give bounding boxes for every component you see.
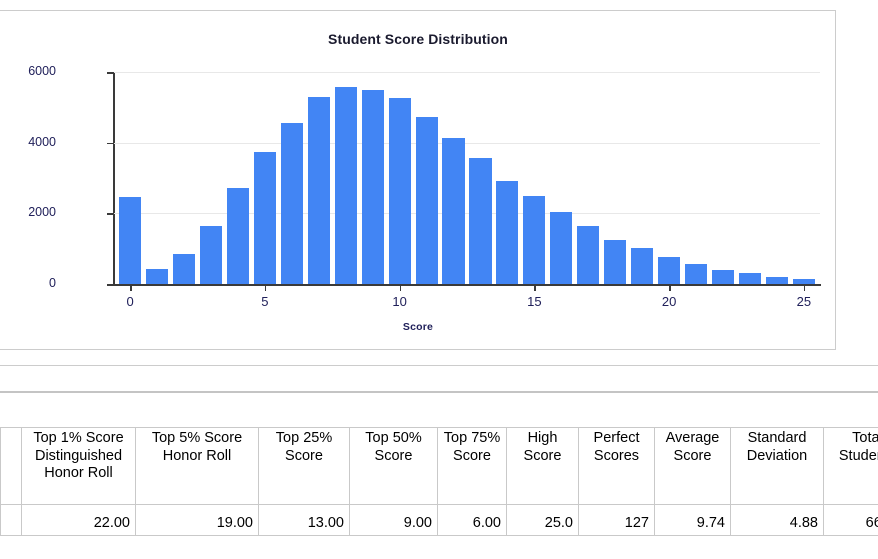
bar	[765, 277, 788, 284]
y-tick-mark	[107, 72, 114, 74]
bar	[334, 86, 357, 284]
bar	[631, 247, 654, 284]
x-tick-mark	[264, 285, 267, 291]
bar	[711, 269, 735, 284]
y-tick-label: 4000	[28, 134, 56, 149]
bar	[415, 116, 438, 284]
stats-table-cell: 25.0	[506, 504, 579, 536]
stats-table-header-cell: Top 50% Score	[349, 427, 438, 505]
bar	[226, 188, 249, 284]
stats-table-cell: 6.00	[437, 504, 507, 536]
y-tick-label: 6000	[28, 64, 56, 78]
bar	[280, 122, 303, 284]
stats-table-cell: 66437	[823, 504, 878, 536]
stats-table-header-cell: Standard Deviation	[730, 427, 824, 505]
x-tick-label: 0	[126, 294, 134, 309]
stats-table-cell: 22.00	[21, 504, 136, 536]
bar	[361, 89, 384, 284]
y-tick-mark	[107, 284, 114, 286]
stats-table-header-cell: Top 1% Score Distinguished Honor Roll	[21, 427, 136, 505]
stats-table-cell: 4.88	[730, 504, 824, 536]
bar	[496, 180, 519, 284]
y-tick-label: 0	[49, 276, 56, 290]
stats-table-cell: 9.74	[654, 504, 731, 536]
stats-table-header-row: Top 1% Score Distinguished Honor Roll Top…	[0, 427, 878, 505]
stats-table-rowlabel-cell	[0, 504, 22, 536]
section-divider-top	[0, 365, 878, 366]
bar	[173, 253, 196, 284]
bar	[604, 239, 627, 284]
x-tick-label: 10	[392, 294, 407, 309]
x-tick-label: 15	[527, 294, 542, 309]
bar	[684, 263, 708, 284]
x-tick-label: 20	[661, 294, 677, 309]
stats-table: Top 1% Score Distinguished Honor Roll Top…	[0, 427, 878, 536]
bar	[738, 273, 761, 284]
bar	[469, 158, 492, 284]
stats-table-header-cell: High Score	[506, 427, 579, 505]
x-axis-line	[113, 284, 821, 286]
bar	[307, 97, 330, 284]
chart-panel: Student Score Distribution 0 2000 4000 6000…	[0, 10, 836, 350]
x-tick-mark	[669, 285, 671, 291]
bar	[523, 196, 546, 284]
x-axis-title: Score	[402, 321, 434, 333]
stats-table-header-cell: Total Students	[823, 427, 878, 505]
stats-table-header-cell: Perfect Scores	[578, 427, 655, 505]
bar	[146, 268, 169, 284]
y-tick-mark	[107, 213, 114, 215]
bar	[442, 137, 465, 284]
stats-table-container: Top 1% Score Distinguished Honor Roll Top…	[0, 427, 878, 536]
bar	[658, 257, 681, 284]
bar	[199, 225, 223, 284]
stats-table-cell: 127	[578, 504, 655, 536]
bar	[792, 278, 815, 284]
x-tick-mark	[534, 285, 536, 291]
x-tick-label: 5	[261, 294, 269, 309]
bar	[388, 97, 411, 284]
x-tick-label: 25	[796, 294, 812, 309]
stats-table-cell: 9.00	[349, 504, 438, 536]
x-tick-mark	[803, 285, 806, 291]
table-row: 22.00 19.00 13.00 9.00 6.00 25.0 127 9.74 4.88 66…	[0, 504, 878, 536]
chart-plot-area	[114, 72, 820, 284]
bar	[119, 197, 142, 284]
chart-title: Student Score Distribution	[328, 31, 508, 47]
stats-table-header-cell: Top 75% Score	[437, 427, 507, 505]
stats-table-cell: 19.00	[135, 504, 259, 536]
stats-table-body: 22.00 19.00 13.00 9.00 6.00 25.0 127 9.74 4.88 66…	[0, 504, 878, 536]
stats-table-header-cell: Top 25% Score	[258, 427, 350, 505]
stats-table-rowlabel-header	[0, 427, 22, 505]
stats-table-cell: 13.00	[258, 504, 350, 536]
bar	[253, 152, 276, 284]
section-divider-bottom	[0, 391, 878, 393]
x-tick-mark	[399, 285, 402, 291]
bar	[577, 225, 600, 284]
bar	[550, 212, 573, 284]
stats-table-header-cell: Average Score	[654, 427, 731, 505]
stats-table-head: Top 1% Score Distinguished Honor Roll Top…	[0, 427, 878, 505]
stats-table-header-cell: Top 5% Score Honor Roll	[135, 427, 259, 505]
y-tick-label: 2000	[28, 205, 56, 220]
x-tick-mark	[130, 285, 132, 291]
y-tick-mark	[107, 142, 114, 145]
